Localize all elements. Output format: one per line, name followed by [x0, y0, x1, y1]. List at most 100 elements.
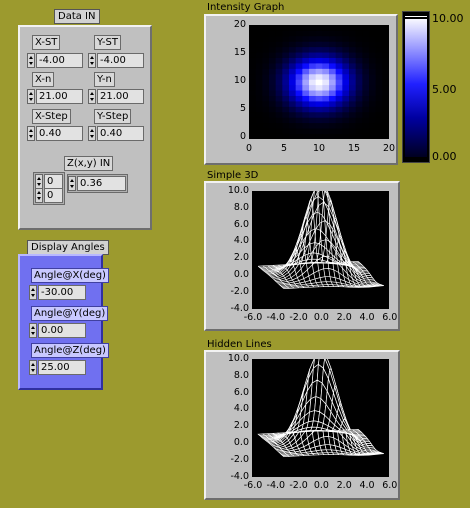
heatmap-cell	[369, 52, 377, 58]
y-st-increment-icon[interactable]	[88, 53, 96, 68]
heatmap-cell	[302, 111, 310, 118]
x-n-field[interactable]: 21.00	[36, 89, 83, 104]
heatmap-cell	[369, 73, 377, 80]
heatmap-cell	[249, 111, 257, 118]
heatmap-cell	[249, 106, 257, 113]
heatmap-cell	[349, 128, 357, 134]
angle-x-field[interactable]: -30.00	[38, 285, 86, 300]
heatmap-cell	[302, 63, 310, 69]
heatmap-cell	[375, 101, 383, 107]
heatmap-cell	[289, 63, 297, 69]
y-n-increment-icon[interactable]	[88, 89, 96, 104]
heatmap-cell	[282, 122, 290, 129]
heatmap-cell	[369, 68, 377, 75]
heatmap-cell	[369, 101, 377, 107]
heatmap-cell	[362, 52, 370, 58]
heatmap-cell	[275, 79, 283, 86]
x-step-control[interactable]: 0.40	[27, 126, 83, 141]
heatmap-cell	[335, 30, 343, 37]
zxy-value-field[interactable]: 0.36	[77, 176, 126, 191]
x-st-increment-icon[interactable]	[27, 53, 35, 68]
angle-z-field[interactable]: 25.00	[38, 360, 86, 375]
heatmap-cell	[355, 46, 363, 53]
heatmap-cell	[275, 41, 283, 48]
colorbar-ramp[interactable]	[405, 17, 427, 157]
intensity-x-tick-1: 5	[280, 143, 288, 154]
heatmap-cell	[349, 41, 357, 48]
x-n-control[interactable]: 21.00	[27, 89, 83, 104]
heatmap-cell	[322, 90, 330, 96]
heatmap-cell	[355, 101, 363, 107]
x-step-increment-icon[interactable]	[27, 126, 35, 141]
heatmap-cell	[309, 35, 317, 42]
data-in-cluster: X-ST Y-ST -4.00 -4.00 X-n Y-n 21.00 21.0…	[18, 25, 152, 230]
y-st-field[interactable]: -4.00	[97, 53, 144, 68]
hidden-lines-plot[interactable]	[252, 359, 389, 477]
heatmap-cell	[375, 95, 383, 102]
heatmap-cell	[382, 106, 389, 113]
y-step-control[interactable]: 0.40	[88, 126, 144, 141]
angle-y-field[interactable]: 0.00	[38, 323, 86, 338]
x-st-control[interactable]: -4.00	[27, 53, 83, 68]
heatmap-cell	[302, 128, 310, 134]
colorbar-tick-mid: 5.00	[432, 83, 457, 96]
simple-3d-plot[interactable]	[252, 191, 389, 309]
heatmap-cell	[375, 122, 383, 129]
zxy-index0-control[interactable]: 0	[35, 174, 63, 189]
angle-z-increment-icon[interactable]	[29, 360, 37, 375]
heatmap-cell	[329, 106, 337, 113]
heatmap-cell	[335, 35, 343, 42]
heatmap-cell	[269, 52, 277, 58]
x-n-increment-icon[interactable]	[27, 89, 35, 104]
zxy-index1-control[interactable]: 0	[35, 188, 63, 203]
zxy-index1-increment-icon[interactable]	[35, 188, 43, 203]
angle-y-control[interactable]: 0.00	[29, 323, 86, 338]
heatmap-cell	[349, 122, 357, 129]
heatmap-cell	[262, 90, 270, 96]
zxy-value-increment-icon[interactable]	[68, 176, 76, 191]
heatmap-cell	[315, 101, 323, 107]
heatmap-cell	[309, 63, 317, 69]
heatmap-cell	[249, 117, 257, 124]
heatmap-cell	[262, 52, 270, 58]
zxy-index0-field[interactable]: 0	[44, 174, 63, 189]
colorbar-marker[interactable]	[405, 16, 427, 19]
y-step-increment-icon[interactable]	[88, 126, 96, 141]
angle-x-increment-icon[interactable]	[29, 285, 37, 300]
y-st-control[interactable]: -4.00	[88, 53, 144, 68]
heatmap-cell	[289, 133, 297, 139]
heatmap-cell	[329, 79, 337, 86]
heatmap-cell	[355, 95, 363, 102]
angle-z-control[interactable]: 25.00	[29, 360, 86, 375]
hidden-lines-title: Hidden Lines	[207, 339, 272, 350]
angle-y-increment-icon[interactable]	[29, 323, 37, 338]
heatmap-cell	[369, 133, 377, 139]
heatmap-cell	[295, 128, 303, 134]
zxy-index0-increment-icon[interactable]	[35, 174, 43, 189]
intensity-plot[interactable]	[249, 25, 389, 139]
heatmap-cell	[309, 73, 317, 80]
heatmap-cell	[302, 25, 310, 31]
y-n-control[interactable]: 21.00	[88, 89, 144, 104]
x-st-field[interactable]: -4.00	[36, 53, 83, 68]
angle-x-control[interactable]: -30.00	[29, 285, 86, 300]
zxy-index1-field[interactable]: 0	[44, 188, 63, 203]
y-step-field[interactable]: 0.40	[97, 126, 144, 141]
heatmap-cell	[275, 106, 283, 113]
hl-y-tick-1: 8.0	[233, 369, 249, 381]
heatmap-cell	[362, 68, 370, 75]
y-n-field[interactable]: 21.00	[97, 89, 144, 104]
heatmap-cell	[382, 46, 389, 53]
heatmap-cell	[355, 84, 363, 91]
y-n-label: Y-n	[94, 72, 115, 87]
heatmap-cell	[342, 35, 350, 42]
heatmap-cell	[342, 30, 350, 37]
zxy-value-control[interactable]: 0.36	[68, 176, 126, 191]
heatmap-cell	[375, 52, 383, 58]
s3d-y-tick-1: 8.0	[233, 201, 249, 213]
heatmap-cell	[369, 128, 377, 134]
heatmap-cell	[315, 30, 323, 37]
x-step-field[interactable]: 0.40	[36, 126, 83, 141]
heatmap-cell	[322, 117, 330, 124]
heatmap-cell	[329, 57, 337, 64]
